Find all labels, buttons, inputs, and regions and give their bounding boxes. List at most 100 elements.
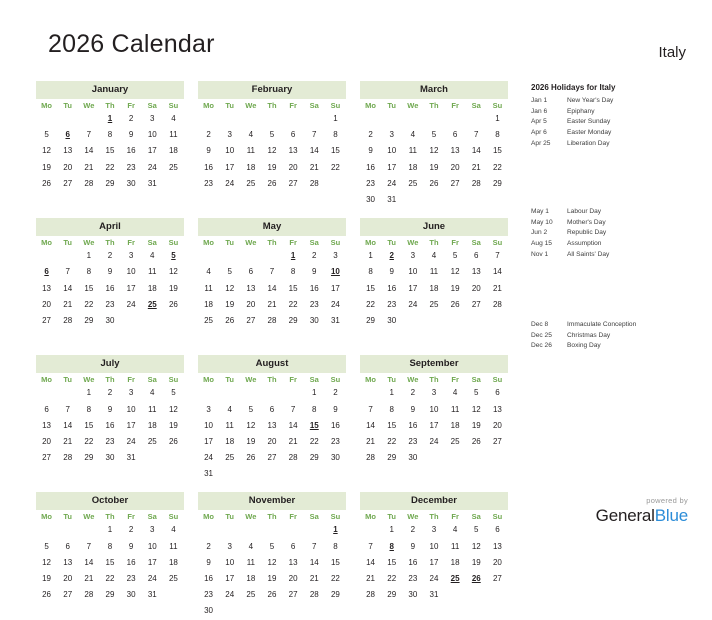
weekday-label-fr: Fr [451, 511, 459, 521]
week-row: 1 [198, 111, 346, 127]
month-table: Mo Tu We Th Fr Sa Su 1 2 3 4 5 6 7 8 9 10 11 12 13 14 15 16 17 1… [360, 237, 508, 346]
weekday-label-th: Th [105, 237, 115, 247]
weekday-label-th: Th [105, 374, 115, 384]
day-cell-empty [360, 603, 381, 619]
day-cell-empty [240, 466, 261, 482]
day-cell: 12 [225, 283, 235, 293]
week-row: 6 7 8 9 10 11 12 [36, 401, 184, 417]
day-cell: 15 [366, 283, 376, 293]
day-cell: 4 [410, 130, 416, 140]
day-cell: 28 [366, 453, 376, 463]
day-cell: 1 [86, 388, 92, 398]
week-row: 20 21 22 23 24 25 26 [36, 297, 184, 313]
weekday-label-mo: Mo [41, 100, 52, 110]
day-cell-empty [360, 466, 381, 482]
holiday-list-item: Apr 5 Easter Sunday [531, 117, 712, 128]
day-cell-empty [198, 522, 219, 538]
day-cell: 14 [288, 420, 298, 430]
holiday-date: May 10 [531, 218, 553, 226]
day-cell: 31 [387, 195, 397, 205]
holiday-name: Epiphany [567, 107, 595, 115]
week-row: 16 17 18 19 20 21 22 [198, 571, 346, 587]
day-cell: 14 [84, 146, 94, 156]
day-cell: 13 [246, 283, 256, 293]
day-cell: 21 [309, 574, 319, 584]
day-cell: 5 [44, 541, 49, 551]
day-cell: 5 [44, 130, 49, 140]
day-cell-empty [402, 111, 423, 127]
day-cell: 2 [107, 388, 113, 398]
day-cell: 29 [387, 453, 397, 463]
day-cell: 22 [84, 436, 94, 446]
day-cell: 31 [147, 178, 157, 188]
weekday-label-th: Th [267, 374, 277, 384]
day-cell-empty [78, 603, 99, 619]
weekday-label-th: Th [267, 100, 277, 110]
weekday-label-mo: Mo [365, 511, 376, 521]
day-cell: 22 [105, 162, 115, 172]
day-cell-holiday: 1 [107, 114, 113, 124]
month-may: May Mo Tu We Th Fr Sa Su 1 2 3 4 5 6 7 8 9 10 11 12 13 14 15 16… [198, 218, 346, 345]
day-cell-empty [36, 192, 57, 208]
weekday-label-su: Su [168, 374, 179, 384]
day-cell: 21 [309, 162, 319, 172]
weekday-label-mo: Mo [203, 511, 214, 521]
day-cell-holiday: 6 [44, 267, 49, 277]
day-cell: 20 [288, 162, 298, 172]
day-cell: 12 [267, 146, 277, 156]
day-cell: 20 [267, 436, 277, 446]
day-cell: 16 [309, 283, 319, 293]
day-cell: 8 [368, 267, 373, 277]
weekday-label-tu: Tu [63, 374, 73, 384]
day-cell: 13 [492, 404, 502, 414]
day-cell: 7 [290, 404, 296, 414]
day-cell-holiday: 15 [309, 420, 319, 430]
day-cell: 5 [474, 388, 479, 398]
day-cell: 30 [309, 315, 319, 325]
day-cell: 28 [309, 178, 319, 188]
day-cell: 30 [126, 590, 136, 600]
day-cell-empty [304, 522, 325, 538]
day-cell-empty [57, 466, 78, 482]
day-cell: 27 [63, 590, 73, 600]
month-name: March [360, 81, 508, 99]
day-cell: 15 [84, 283, 94, 293]
day-cell: 14 [366, 420, 376, 430]
day-cell: 26 [42, 590, 52, 600]
holiday-name: Easter Sunday [567, 118, 611, 126]
day-cell: 5 [269, 130, 275, 140]
holiday-list-item: Jun 2 Republic Day [531, 228, 712, 239]
day-cell: 10 [147, 130, 157, 140]
day-cell: 18 [450, 420, 460, 430]
day-cell: 6 [269, 404, 275, 414]
day-cell: 11 [225, 420, 234, 430]
day-cell-empty [36, 466, 57, 482]
day-cell-empty [445, 587, 466, 603]
week-row: 24 25 26 27 28 29 30 [198, 450, 346, 466]
weekday-header-row: Mo Tu We Th Fr Sa Su [360, 374, 508, 386]
week-row: 27 28 29 30 [36, 313, 184, 329]
day-cell: 17 [147, 557, 157, 567]
week-row [36, 329, 184, 345]
day-cell-empty [99, 603, 120, 619]
weekday-label-tu: Tu [225, 374, 235, 384]
week-row: 16 17 18 19 20 21 22 [198, 160, 346, 176]
day-cell-empty [219, 329, 240, 345]
day-cell: 19 [471, 420, 481, 430]
weekday-label-we: We [245, 511, 257, 521]
day-cell-empty [325, 176, 346, 192]
day-cell: 6 [495, 388, 500, 398]
weekday-label-we: We [245, 374, 257, 384]
day-cell: 7 [312, 130, 317, 140]
day-cell-empty [261, 248, 282, 264]
month-march: March Mo Tu We Th Fr Sa Su 1 2 3 4 5 6 7 8 9 10 11 12 13 14 15… [360, 81, 508, 208]
day-cell-empty [466, 587, 487, 603]
day-cell-holiday: 1 [333, 525, 338, 535]
holiday-list-item: Dec 25 Christmas Day [531, 331, 712, 342]
day-cell-empty [36, 385, 57, 401]
day-cell-empty [36, 329, 57, 345]
day-cell-holiday: 6 [65, 130, 70, 140]
day-cell: 31 [429, 590, 439, 600]
month-name: August [198, 355, 346, 373]
day-cell: 17 [225, 574, 235, 584]
